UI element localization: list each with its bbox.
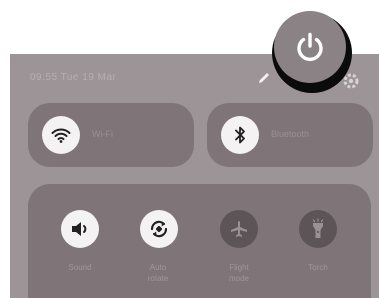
sound-toggle[interactable] bbox=[61, 210, 99, 248]
speaker-icon bbox=[72, 222, 87, 236]
wifi-label: Wi-Fi bbox=[92, 129, 113, 139]
bluetooth-tile[interactable]: Bluetooth bbox=[207, 103, 373, 167]
airplane-icon bbox=[231, 221, 247, 237]
pencil-icon[interactable] bbox=[256, 70, 272, 86]
flight-mode-toggle[interactable] bbox=[220, 210, 258, 248]
flashlight-icon bbox=[312, 218, 324, 238]
wifi-icon bbox=[51, 128, 71, 143]
quick-toggle-grid: Sound Auto rotate Flight mode Torch bbox=[28, 184, 371, 298]
bluetooth-label: Bluetooth bbox=[271, 129, 310, 139]
status-time-date: 09:55 Tue 19 Mar bbox=[30, 72, 117, 83]
bluetooth-toggle[interactable] bbox=[221, 116, 259, 154]
power-icon bbox=[297, 32, 323, 62]
bluetooth-icon bbox=[235, 126, 245, 144]
flight-mode-label: Flight mode bbox=[228, 263, 249, 283]
torch-toggle[interactable] bbox=[299, 210, 337, 248]
wifi-tile[interactable]: Wi-Fi bbox=[28, 103, 194, 167]
wifi-toggle[interactable] bbox=[42, 116, 80, 154]
auto-rotate-toggle[interactable] bbox=[140, 210, 178, 248]
power-button[interactable] bbox=[274, 11, 346, 83]
auto-rotate-icon bbox=[150, 220, 168, 238]
torch-label: Torch bbox=[308, 263, 328, 272]
sound-label: Sound bbox=[68, 263, 92, 272]
auto-rotate-label: Auto rotate bbox=[147, 263, 169, 283]
